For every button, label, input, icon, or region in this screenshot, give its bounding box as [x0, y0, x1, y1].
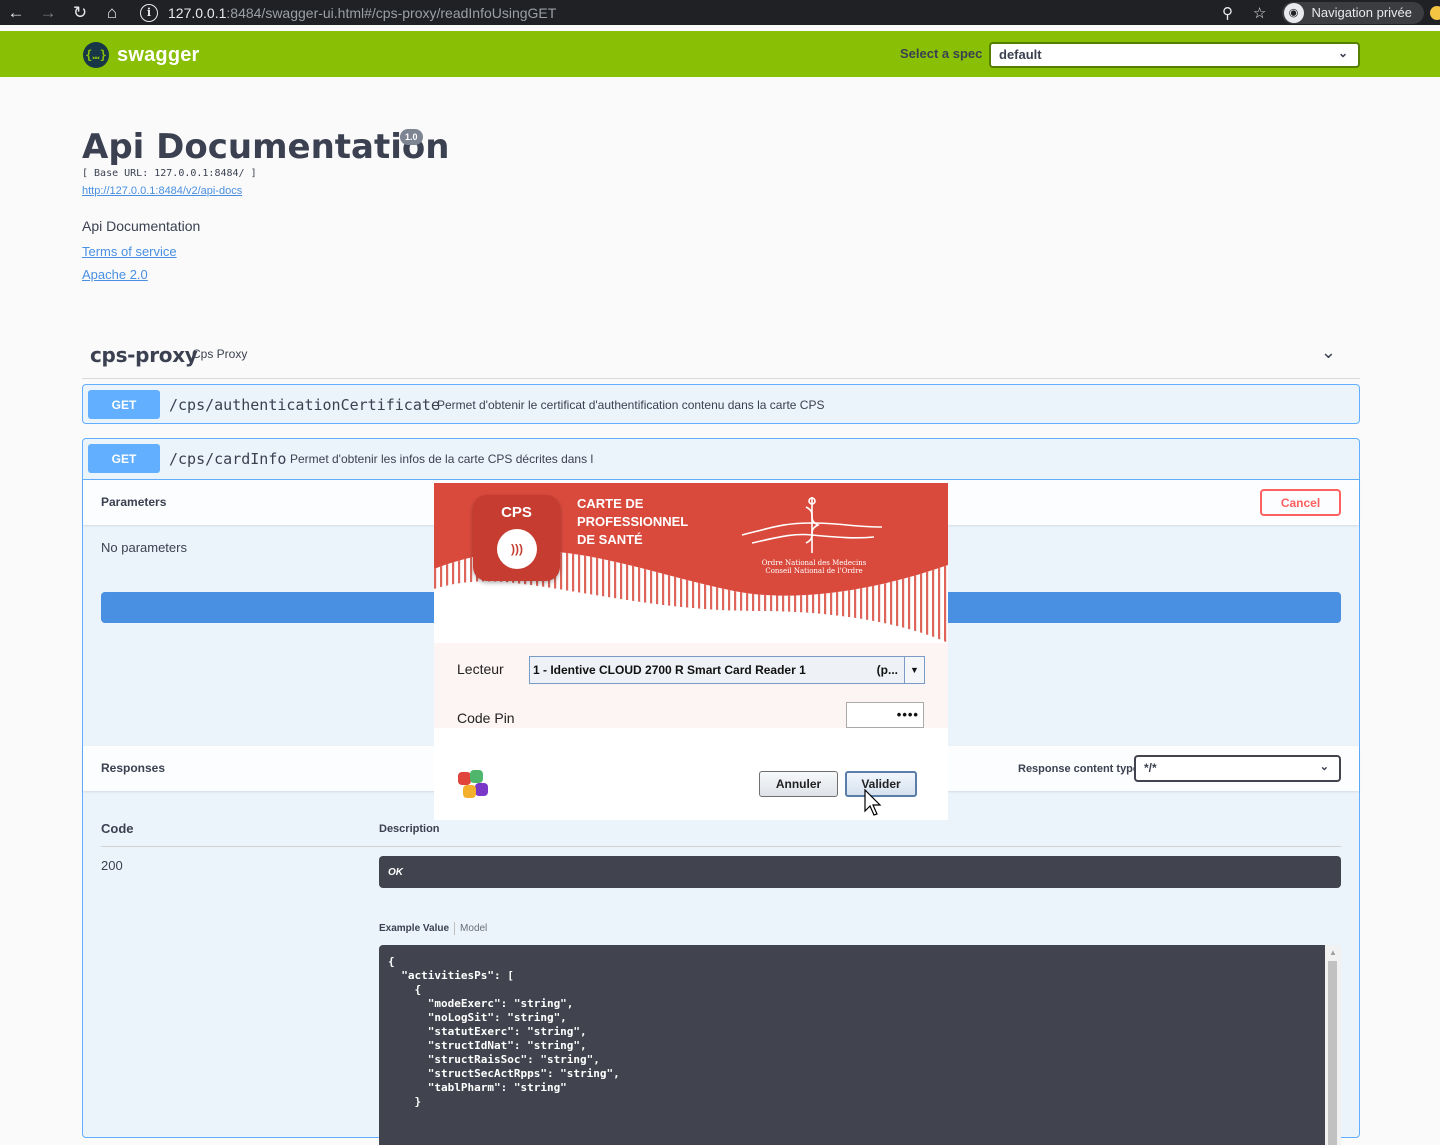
response-content-type-select[interactable]: */* ⌄	[1134, 755, 1341, 782]
cps-logo: CPS )))	[473, 495, 560, 581]
divider	[101, 846, 1341, 847]
code-line: "statutExerc": "string",	[388, 1025, 587, 1038]
info-icon[interactable]: i	[140, 3, 158, 22]
base-url: [ Base URL: 127.0.0.1:8484/ ]	[82, 168, 257, 179]
code-line: "structIdNat": "string",	[388, 1039, 587, 1052]
star-icon[interactable]: ☆	[1244, 4, 1276, 22]
code-scrollbar[interactable]: ▲	[1325, 945, 1341, 1145]
chevron-down-icon[interactable]: ⌄	[1321, 342, 1336, 363]
response-content-type-label: Response content type	[1018, 763, 1140, 775]
terms-of-service-link[interactable]: Terms of service	[82, 244, 177, 259]
mouse-cursor-icon	[864, 789, 882, 816]
home-icon[interactable]: ⌂	[96, 0, 128, 25]
swagger-logo-icon: {…}	[83, 42, 109, 68]
response-content-type-value: */*	[1144, 761, 1157, 775]
responses-title: Responses	[101, 761, 166, 775]
code-line: }	[388, 1095, 422, 1108]
contactless-icon: )))	[497, 529, 537, 569]
cps-title-line: CARTE DE	[577, 496, 644, 511]
ordre-line: Ordre National des Medecins	[761, 559, 867, 567]
pin-label: Code Pin	[457, 710, 515, 726]
lecteur-label: Lecteur	[457, 661, 504, 677]
example-value-code[interactable]: { "activitiesPs": [ { "modeExerc": "stri…	[379, 945, 1325, 1145]
url-path: :8484/swagger-ui.html#/cps-proxy/readInf…	[226, 4, 557, 21]
license-link[interactable]: Apache 2.0	[82, 267, 148, 282]
parameters-title: Parameters	[101, 495, 167, 509]
no-parameters-text: No parameters	[101, 540, 187, 555]
reader-select-suffix: (p...	[876, 663, 898, 677]
chevron-down-icon: ⌄	[1319, 761, 1329, 773]
tag-section-header[interactable]: cps-proxy Cps Proxy ⌄	[82, 336, 1360, 379]
tab-model[interactable]: Model	[460, 923, 487, 934]
ordre-line: Conseil National de l'Ordre	[765, 567, 863, 575]
version-badge: 1.0	[400, 129, 423, 145]
incognito-label: Navigation privée	[1311, 5, 1412, 20]
chevron-down-icon: ⌄	[1337, 46, 1348, 60]
info-description: Api Documentation	[82, 218, 201, 234]
annuler-button[interactable]: Annuler	[759, 771, 838, 797]
browser-toolbar: ← → ↻ ⌂ i 127.0.0.1:8484/swagger-ui.html…	[0, 0, 1440, 25]
operation-path: /cps/cardInfo	[169, 450, 287, 468]
code-line: "activitiesPs": [	[388, 969, 514, 982]
code-line: {	[388, 983, 422, 996]
ordre-label: Ordre National des Medecins Conseil Nati…	[734, 559, 894, 575]
dropdown-arrow-icon[interactable]: ▼	[904, 657, 924, 683]
cps-pin-dialog: CPS ))) CARTE DE PROFESSIONNEL DE SANTÉ …	[434, 483, 948, 820]
cps-logo-text: CPS	[501, 504, 532, 521]
reload-icon[interactable]: ↻	[64, 0, 96, 25]
scroll-up-icon[interactable]: ▲	[1329, 948, 1337, 957]
spec-select-value: default	[999, 47, 1042, 62]
back-icon[interactable]: ←	[0, 0, 32, 25]
opblock-get-authentication-certificate: GET /cps/authenticationCertificate Perme…	[82, 384, 1360, 424]
cps-title: CARTE DE PROFESSIONNEL DE SANTÉ	[577, 495, 688, 549]
pin-input[interactable]: ••••	[846, 702, 924, 728]
operation-path: /cps/authenticationCertificate	[169, 396, 440, 414]
response-code: 200	[101, 858, 123, 873]
tab-example-value[interactable]: Example Value	[379, 923, 449, 934]
operation-description: Permet d'obtenir le certificat d'authent…	[437, 398, 825, 412]
responses-code-header: Code	[101, 821, 134, 836]
cancel-button[interactable]: Cancel	[1260, 489, 1341, 516]
method-badge: GET	[88, 444, 160, 473]
cps-title-line: DE SANTÉ	[577, 532, 643, 547]
code-line: "structRaisSoc": "string",	[388, 1053, 600, 1066]
incognito-profile-button[interactable]: ◉ Navigation privée	[1281, 1, 1424, 24]
cps-title-line: PROFESSIONNEL	[577, 514, 689, 529]
api-docs-link[interactable]: http://127.0.0.1:8484/v2/api-docs	[82, 185, 242, 197]
code-line: {	[388, 955, 395, 968]
example-model-tabs: Example Value Model	[379, 922, 487, 935]
tab-divider	[454, 922, 456, 935]
reader-select-value: 1 - Identive CLOUD 2700 R Smart Card Rea…	[533, 663, 806, 677]
url-host: 127.0.0.1	[168, 4, 227, 21]
swagger-topbar: {…} swagger Select a spec default ⌄	[0, 31, 1440, 77]
code-line: "tablPharm": "string"	[388, 1081, 567, 1094]
operation-description: Permet d'obtenir les infos de la carte C…	[290, 452, 594, 466]
incognito-icon: ◉	[1283, 2, 1304, 23]
address-bar[interactable]: i 127.0.0.1:8484/swagger-ui.html#/cps-pr…	[140, 0, 1250, 25]
code-line: "noLogSit": "string",	[388, 1011, 567, 1024]
swagger-logo-text: swagger	[117, 43, 200, 66]
zoom-icon[interactable]: ⚲	[1212, 4, 1244, 22]
method-badge: GET	[88, 390, 160, 419]
opblock-summary[interactable]: GET /cps/authenticationCertificate Perme…	[83, 385, 1359, 425]
tag-name: cps-proxy	[90, 343, 198, 367]
scrollbar-thumb[interactable]	[1328, 961, 1337, 1145]
swagger-logo[interactable]: {…} swagger	[83, 42, 200, 68]
code-line: "modeExerc": "string",	[388, 997, 574, 1010]
spec-select[interactable]: default ⌄	[989, 42, 1360, 68]
brand-logo-icon	[458, 770, 488, 798]
extension-icon[interactable]	[1430, 5, 1440, 20]
response-description: OK	[379, 856, 1341, 888]
reader-select[interactable]: 1 - Identive CLOUD 2700 R Smart Card Rea…	[529, 656, 925, 684]
page-title: Api Documentation	[82, 127, 450, 167]
forward-icon[interactable]: →	[32, 0, 64, 25]
spec-label: Select a spec	[900, 46, 983, 61]
code-line: "structSecActRpps": "string",	[388, 1067, 620, 1080]
responses-description-header: Description	[379, 823, 440, 835]
opblock-summary[interactable]: GET /cps/cardInfo Permet d'obtenir les i…	[83, 439, 1359, 479]
tag-description: Cps Proxy	[192, 347, 248, 361]
